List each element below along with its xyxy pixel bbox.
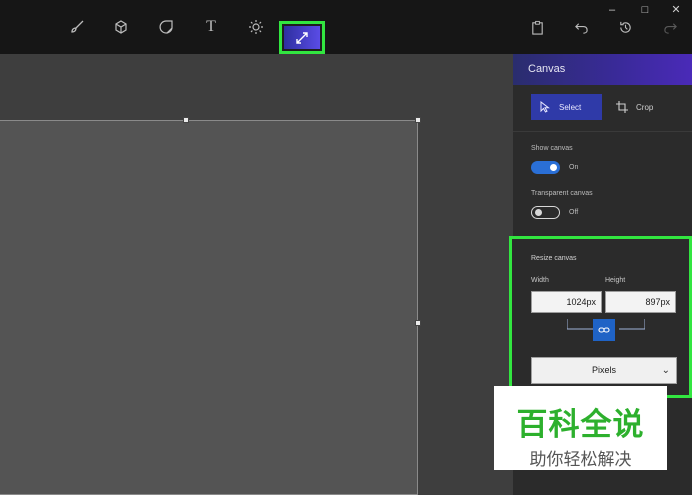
toggle-knob bbox=[550, 164, 557, 171]
crop-label: Crop bbox=[636, 102, 654, 112]
chevron-down-icon: ⌄ bbox=[661, 365, 670, 376]
cursor-icon bbox=[540, 101, 550, 113]
transparent-canvas-state: Off bbox=[569, 209, 579, 216]
canvas-tool-button[interactable] bbox=[279, 21, 325, 54]
units-value: Pixels bbox=[591, 365, 616, 375]
show-canvas-toggle[interactable] bbox=[531, 161, 560, 174]
canvas-resize-handle-top[interactable] bbox=[183, 117, 189, 123]
undo-icon bbox=[574, 22, 588, 34]
crop-button[interactable]: Crop bbox=[608, 94, 682, 120]
history-icon bbox=[619, 21, 631, 33]
resize-arrows-icon bbox=[296, 31, 308, 44]
transparent-canvas-toggle[interactable] bbox=[531, 206, 560, 219]
sticker-icon bbox=[159, 20, 173, 34]
resize-canvas-title: Resize canvas bbox=[531, 255, 577, 262]
history-button[interactable] bbox=[614, 16, 636, 38]
units-dropdown[interactable]: Pixels ⌄ bbox=[531, 357, 677, 384]
canvas-resize-handle-top-right[interactable] bbox=[415, 117, 421, 123]
maximize-button[interactable]: □ bbox=[634, 2, 656, 18]
select-button[interactable]: Select bbox=[531, 94, 602, 120]
select-label: Select bbox=[559, 102, 582, 112]
watermark-title: 百科全说 bbox=[516, 407, 645, 443]
height-label: Height bbox=[605, 277, 626, 284]
transparent-canvas-label: Transparent canvas bbox=[531, 190, 593, 197]
paste-button[interactable] bbox=[526, 16, 548, 38]
redo-button[interactable] bbox=[659, 16, 681, 38]
chain-link-icon bbox=[598, 327, 610, 333]
show-canvas-label: Show canvas bbox=[531, 145, 573, 152]
text-icon: T bbox=[206, 18, 216, 35]
lock-aspect-ratio-button[interactable] bbox=[593, 319, 615, 341]
resize-canvas-section: Resize canvas Width Height 1024px 897px … bbox=[509, 236, 692, 398]
stickers-tool-button[interactable] bbox=[154, 15, 178, 39]
watermark-logo: 百科全说 助你轻松解决 bbox=[494, 386, 667, 470]
top-toolbar: – □ ✕ T bbox=[0, 0, 692, 54]
cube-icon bbox=[115, 20, 127, 34]
width-label: Width bbox=[531, 277, 549, 284]
sun-icon bbox=[249, 20, 263, 34]
watermark-subtitle: 助你轻松解决 bbox=[529, 450, 632, 470]
canvas-resize-handle-right[interactable] bbox=[415, 320, 421, 326]
workspace bbox=[0, 54, 513, 495]
height-input[interactable]: 897px bbox=[605, 291, 676, 313]
redo-icon bbox=[663, 22, 677, 34]
3d-shapes-tool-button[interactable] bbox=[109, 15, 133, 39]
paint3d-window: – □ ✕ T Canvas Select Crop Show canvas O… bbox=[0, 0, 692, 495]
brush-icon bbox=[71, 20, 84, 33]
toggle-knob bbox=[535, 208, 542, 216]
canvas-area[interactable] bbox=[0, 120, 418, 495]
brushes-tool-button[interactable] bbox=[65, 15, 89, 39]
canvas-tool-inner bbox=[284, 26, 320, 49]
text-tool-button[interactable]: T bbox=[199, 15, 223, 39]
effects-tool-button[interactable] bbox=[244, 15, 268, 39]
show-canvas-state: On bbox=[569, 164, 579, 171]
panel-divider bbox=[513, 131, 692, 132]
clipboard-icon bbox=[531, 20, 543, 35]
crop-icon bbox=[616, 101, 628, 113]
width-input[interactable]: 1024px bbox=[531, 291, 602, 313]
panel-title: Canvas bbox=[513, 54, 692, 85]
undo-button[interactable] bbox=[570, 16, 592, 38]
